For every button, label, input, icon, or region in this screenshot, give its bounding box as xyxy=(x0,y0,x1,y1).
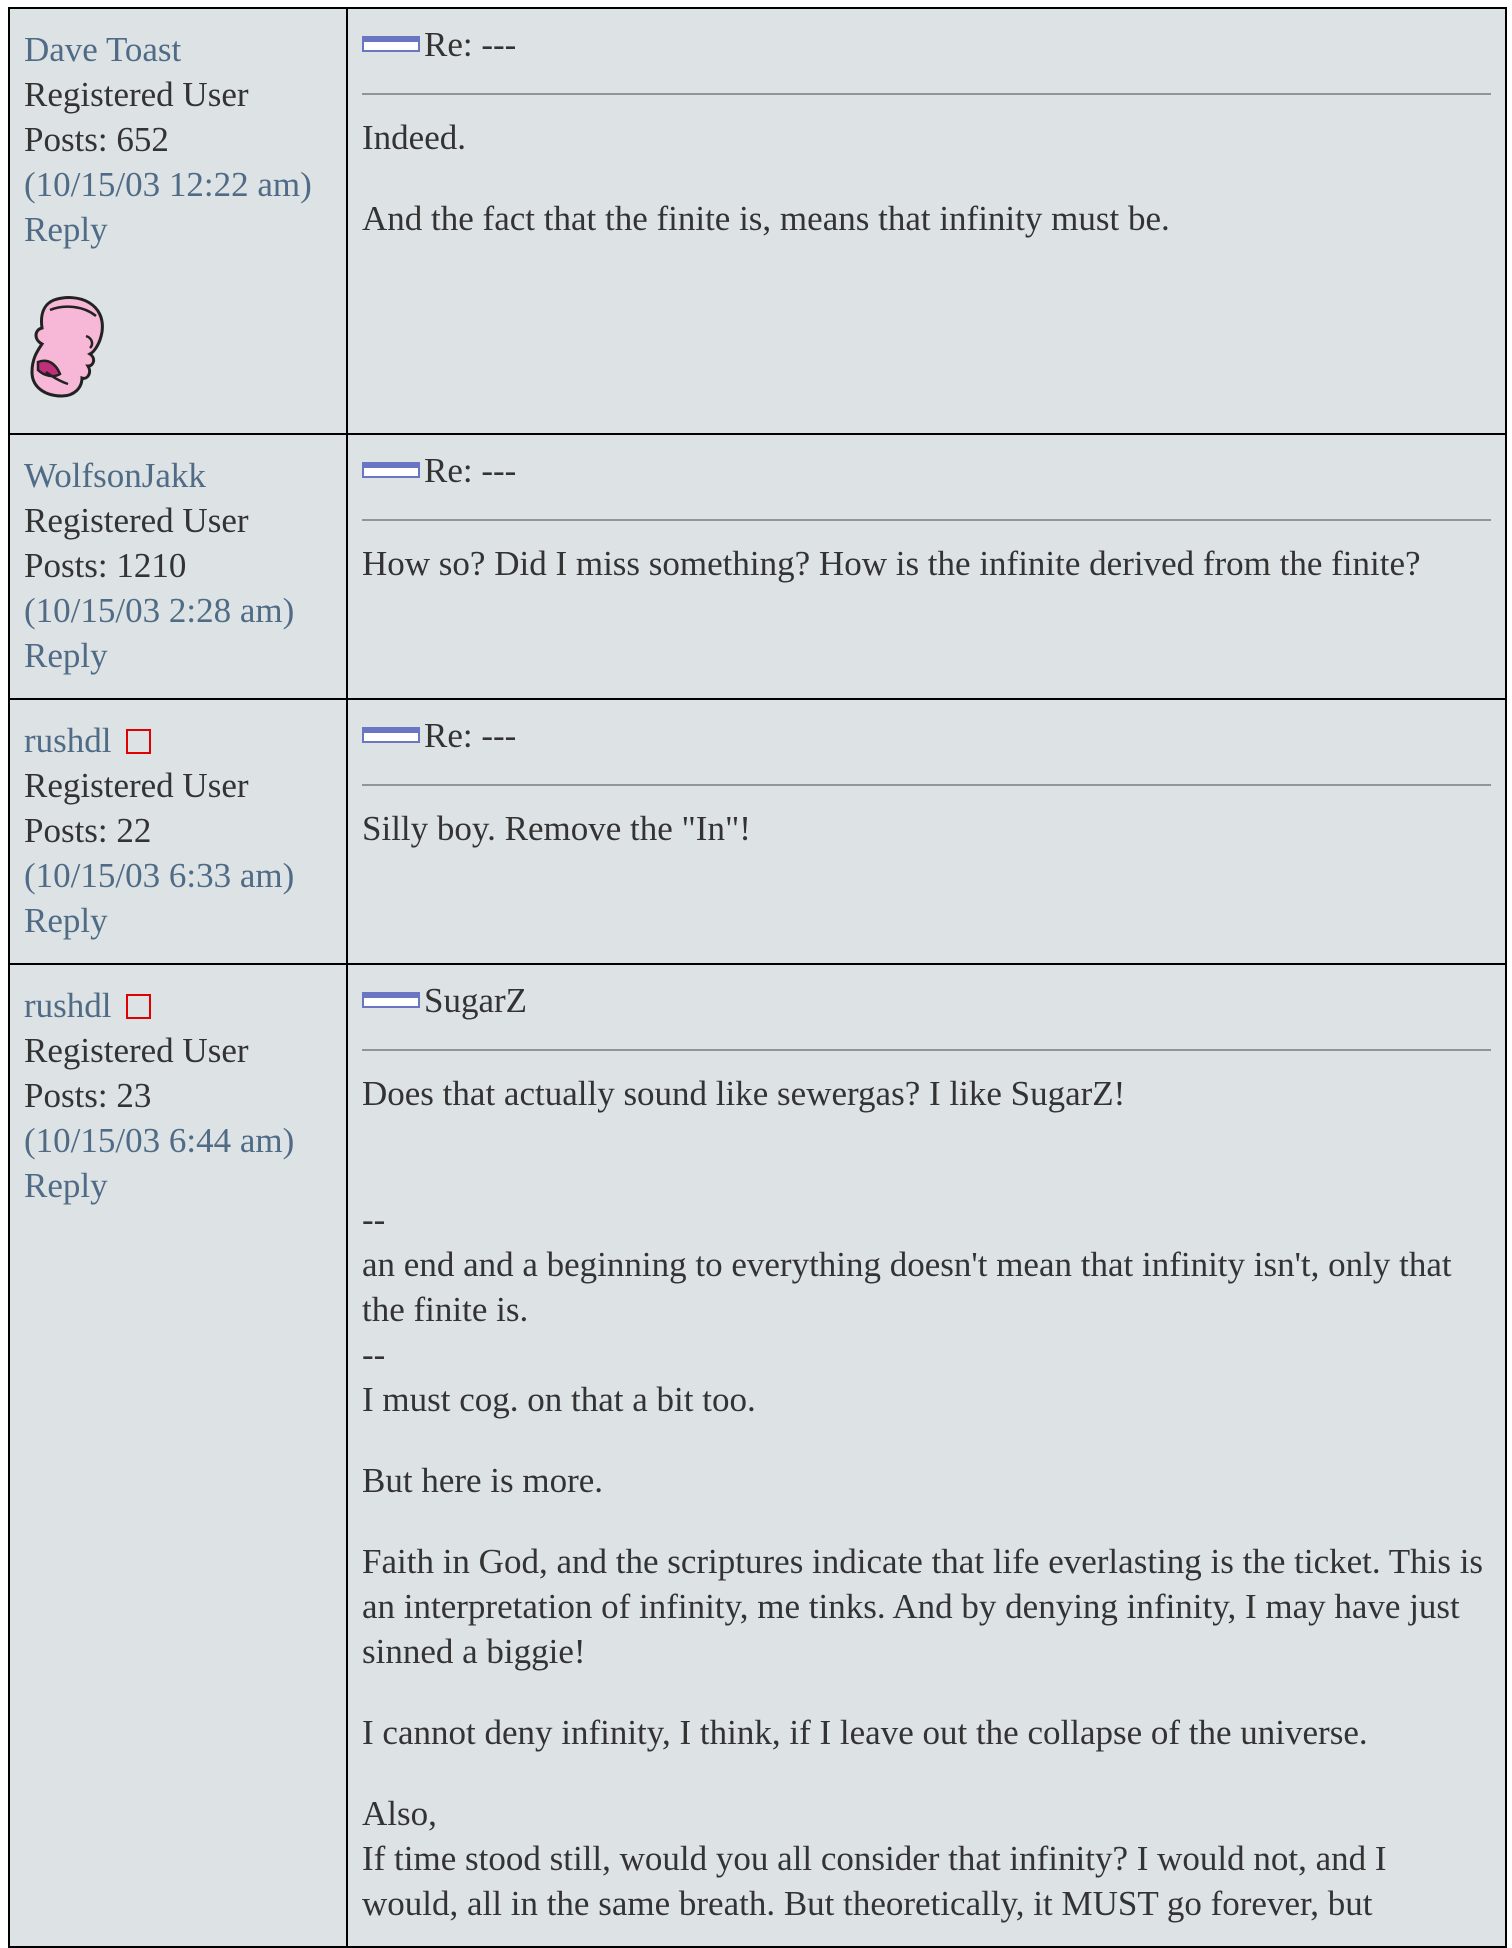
post-paragraph: -- an end and a beginning to everything … xyxy=(362,1200,1452,1419)
post-body: How so? Did I miss something? How is the… xyxy=(362,541,1491,586)
post-subject-icon xyxy=(362,992,420,1008)
post-row: Dave Toast Registered User Posts: 652 (1… xyxy=(8,7,1507,435)
divider xyxy=(362,1049,1491,1051)
post-paragraph: Also, If time stood still, would you all… xyxy=(362,1794,1387,1923)
reply-link[interactable]: Reply xyxy=(24,633,332,678)
status-badge-icon xyxy=(125,729,151,754)
post-subject-icon xyxy=(362,462,420,478)
reply-link[interactable]: Reply xyxy=(24,1163,332,1208)
author-post-count: Posts: 22 xyxy=(24,811,152,850)
post-paragraph: Does that actually sound like sewergas? … xyxy=(362,1074,1126,1113)
reply-link[interactable]: Reply xyxy=(24,898,332,943)
author-post-count: Posts: 652 xyxy=(24,120,169,159)
author-cell: rushdl Registered User Posts: 22 (10/15/… xyxy=(8,698,348,965)
cartoon-head-avatar-icon xyxy=(30,296,104,398)
divider xyxy=(362,784,1491,786)
post-cell: Re: --- Indeed. And the fact that the fi… xyxy=(346,7,1507,435)
post-row: rushdl Registered User Posts: 22 (10/15/… xyxy=(8,698,1507,965)
post-body: Does that actually sound like sewergas? … xyxy=(362,1071,1491,1926)
author-name-link[interactable]: rushdl xyxy=(24,986,112,1025)
post-paragraph: Faith in God, and the scriptures indicat… xyxy=(362,1542,1492,1671)
avatar xyxy=(24,292,114,402)
author-role: Registered User xyxy=(24,766,249,805)
post-row: rushdl Registered User Posts: 23 (10/15/… xyxy=(8,963,1507,1948)
post-subject-icon xyxy=(362,727,420,743)
post-row: WolfsonJakk Registered User Posts: 1210 … xyxy=(8,433,1507,700)
post-cell: Re: --- Silly boy. Remove the "In"! xyxy=(346,698,1507,965)
post-body: Indeed. And the fact that the finite is,… xyxy=(362,115,1491,241)
post-subject: SugarZ xyxy=(424,981,528,1020)
post-cell: SugarZ Does that actually sound like sew… xyxy=(346,963,1507,1948)
post-subject-icon xyxy=(362,36,420,52)
post-date-link[interactable]: (10/15/03 12:22 am) xyxy=(24,162,332,207)
post-paragraph: And the fact that the finite is, means t… xyxy=(362,199,1170,238)
status-badge-icon xyxy=(125,994,151,1019)
divider xyxy=(362,519,1491,521)
author-cell: Dave Toast Registered User Posts: 652 (1… xyxy=(8,7,348,435)
author-post-count: Posts: 23 xyxy=(24,1076,152,1115)
author-role: Registered User xyxy=(24,501,249,540)
post-date-link[interactable]: (10/15/03 2:28 am) xyxy=(24,588,332,633)
author-role: Registered User xyxy=(24,75,249,114)
post-subject: Re: --- xyxy=(424,716,517,755)
post-paragraph: But here is more. xyxy=(362,1461,604,1500)
reply-link[interactable]: Reply xyxy=(24,207,332,252)
post-subject: Re: --- xyxy=(424,25,517,64)
author-role: Registered User xyxy=(24,1031,249,1070)
post-paragraph: Silly boy. Remove the "In"! xyxy=(362,809,751,848)
post-paragraph: Indeed. xyxy=(362,118,466,157)
post-paragraph: How so? Did I miss something? How is the… xyxy=(362,544,1421,583)
author-post-count: Posts: 1210 xyxy=(24,546,187,585)
post-date-link[interactable]: (10/15/03 6:44 am) xyxy=(24,1118,332,1163)
post-date-link[interactable]: (10/15/03 6:33 am) xyxy=(24,853,332,898)
author-name-link[interactable]: rushdl xyxy=(24,721,112,760)
thread-table: Dave Toast Registered User Posts: 652 (1… xyxy=(8,7,1507,1948)
author-name-link[interactable]: WolfsonJakk xyxy=(24,456,206,495)
author-name-link[interactable]: Dave Toast xyxy=(24,30,181,69)
author-cell: WolfsonJakk Registered User Posts: 1210 … xyxy=(8,433,348,700)
post-paragraph: I cannot deny infinity, I think, if I le… xyxy=(362,1713,1368,1752)
divider xyxy=(362,93,1491,95)
post-subject: Re: --- xyxy=(424,451,517,490)
post-body: Silly boy. Remove the "In"! xyxy=(362,806,1491,851)
post-cell: Re: --- How so? Did I miss something? Ho… xyxy=(346,433,1507,700)
author-cell: rushdl Registered User Posts: 23 (10/15/… xyxy=(8,963,348,1948)
